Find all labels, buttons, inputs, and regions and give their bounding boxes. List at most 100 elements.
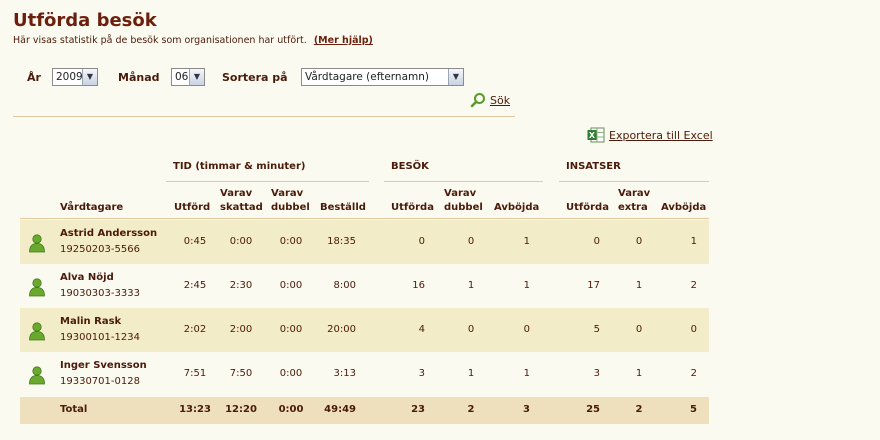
divider	[13, 116, 515, 117]
patient-ssn: 19030303-3333	[60, 288, 140, 299]
total-tid-utford: 13:23	[179, 404, 211, 415]
cell-besok-avbojda: 1	[523, 368, 530, 379]
col-ins-utforda[interactable]: Utförda	[566, 201, 609, 215]
page-subtitle: Här visas statistik på de besök som orga…	[13, 35, 373, 46]
cell-ins-avbojda: 2	[690, 368, 697, 379]
table-row[interactable]: Astrid Andersson 19250203-5566 0:45 0:00 0:0…	[20, 220, 709, 264]
patient-ssn: 19300101-1234	[60, 332, 140, 343]
sort-label: Sortera på	[222, 71, 288, 84]
cell-tid-skattad: 2:30	[229, 280, 253, 291]
cell-tid-bestalld: 3:13	[333, 368, 356, 379]
cell-besok-dubbel: 1	[467, 280, 475, 291]
patient-ssn: 19250203-5566	[60, 244, 140, 255]
sort-select[interactable]: Vårdtagare (efternamn) ▼	[301, 68, 464, 86]
cell-tid-utford: 2:45	[183, 280, 207, 291]
year-value: 2009	[56, 71, 83, 83]
col-besok-utforda[interactable]: Utförda	[391, 201, 434, 215]
patient-name[interactable]: Astrid Andersson	[60, 228, 157, 239]
month-label: Månad	[118, 71, 160, 84]
month-value: 06	[175, 71, 189, 83]
patient-name[interactable]: Malin Rask	[60, 316, 121, 327]
chevron-down-icon[interactable]: ▼	[189, 69, 204, 85]
header-divider	[20, 218, 709, 219]
col-tid-utford[interactable]: Utförd	[174, 201, 210, 215]
cell-tid-dubbel: 0:00	[279, 368, 303, 379]
col-besok-dubbel[interactable]: Varav dubbel	[444, 187, 483, 215]
help-link[interactable]: (Mer hjälp)	[314, 35, 373, 46]
cell-tid-utford: 2:02	[183, 324, 207, 335]
table-row[interactable]: Inger Svensson 19330701-0128 7:51 7:50 0:00 3…	[20, 352, 709, 396]
cell-besok-utforda: 16	[412, 280, 425, 291]
total-label: Total	[60, 404, 88, 415]
total-besok-avbojda: 3	[523, 404, 530, 415]
total-ins-extra: 2	[635, 404, 643, 415]
total-ins-utforda: 25	[586, 404, 600, 415]
col-ins-extra[interactable]: Varav extra	[618, 187, 650, 215]
cell-besok-avbojda: 0	[523, 324, 530, 335]
cell-besok-utforda: 0	[418, 236, 425, 247]
total-tid-skattad: 12:20	[225, 404, 257, 415]
cell-besok-utforda: 3	[418, 368, 425, 379]
patient-name[interactable]: Inger Svensson	[60, 360, 147, 371]
total-tid-bestalld: 49:49	[324, 404, 356, 415]
person-icon	[29, 322, 45, 341]
svg-text:X: X	[589, 131, 596, 140]
excel-icon: X	[587, 127, 605, 143]
patient-name[interactable]: Alva Nöjd	[60, 272, 114, 283]
total-ins-avbojda: 5	[690, 404, 697, 415]
col-tid-skattad[interactable]: Varav skattad	[220, 187, 263, 215]
search-icon	[470, 93, 485, 108]
year-label: År	[27, 71, 41, 84]
patient-ssn: 19330701-0128	[60, 376, 140, 387]
cell-ins-utforda: 0	[593, 236, 600, 247]
group-divider	[166, 181, 369, 182]
col-tid-bestalld[interactable]: Beställd	[320, 201, 366, 215]
cell-besok-avbojda: 1	[523, 236, 530, 247]
cell-ins-extra: 1	[635, 368, 643, 379]
cell-besok-dubbel: 0	[467, 324, 475, 335]
page-title: Utförda besök	[13, 10, 157, 31]
month-select[interactable]: 06 ▼	[171, 68, 205, 86]
total-besok-dubbel: 2	[467, 404, 475, 415]
col-besok-avbojda[interactable]: Avböjda	[494, 201, 539, 215]
group-divider	[559, 181, 709, 182]
cell-tid-bestalld: 18:35	[327, 236, 356, 247]
cell-ins-extra: 0	[635, 324, 643, 335]
total-tid-dubbel: 0:00	[278, 404, 304, 415]
cell-ins-avbojda: 2	[690, 280, 697, 291]
cell-besok-avbojda: 1	[523, 280, 530, 291]
cell-ins-utforda: 17	[587, 280, 600, 291]
group-header-insatser: INSATSER	[566, 161, 621, 172]
search-label: Sök	[490, 93, 511, 107]
cell-ins-utforda: 3	[593, 368, 600, 379]
col-tid-dubbel[interactable]: Varav dubbel	[271, 187, 310, 215]
table-row[interactable]: Malin Rask 19300101-1234 2:02 2:00 0:00 20:00…	[20, 308, 709, 352]
chevron-down-icon[interactable]: ▼	[448, 69, 463, 85]
cell-besok-dubbel: 0	[467, 236, 475, 247]
cell-tid-bestalld: 20:00	[327, 324, 356, 335]
col-ins-avbojda[interactable]: Avböjda	[661, 201, 706, 215]
table-total-row: Total 13:23 12:20 0:00 49:49 23 2 3 25 2…	[20, 397, 709, 424]
search-button[interactable]: Sök	[470, 92, 510, 108]
cell-ins-avbojda: 1	[690, 236, 697, 247]
export-label: Exportera till Excel	[609, 128, 713, 142]
export-excel-button[interactable]: X Exportera till Excel	[587, 127, 713, 143]
cell-tid-dubbel: 0:00	[279, 280, 303, 291]
table-row[interactable]: Alva Nöjd 19030303-3333 2:45 2:30 0:00 8:00 16…	[20, 264, 709, 308]
cell-tid-bestalld: 8:00	[333, 280, 356, 291]
col-vardtagare[interactable]: Vårdtagare	[60, 201, 123, 215]
cell-besok-utforda: 4	[418, 324, 425, 335]
sort-value: Vårdtagare (efternamn)	[305, 71, 429, 83]
cell-tid-skattad: 2:00	[229, 324, 253, 335]
total-besok-utforda: 23	[411, 404, 425, 415]
person-icon	[29, 234, 45, 253]
subtitle-text: Här visas statistik på de besök som orga…	[13, 35, 307, 46]
cell-besok-dubbel: 1	[467, 368, 475, 379]
year-select[interactable]: 2009 ▼	[52, 68, 98, 86]
cell-tid-utford: 7:51	[183, 368, 207, 379]
group-header-tid: TID (timmar & minuter)	[173, 161, 306, 172]
chevron-down-icon[interactable]: ▼	[82, 69, 97, 85]
cell-tid-dubbel: 0:00	[279, 236, 303, 247]
group-divider	[384, 181, 543, 182]
person-icon	[29, 366, 45, 385]
